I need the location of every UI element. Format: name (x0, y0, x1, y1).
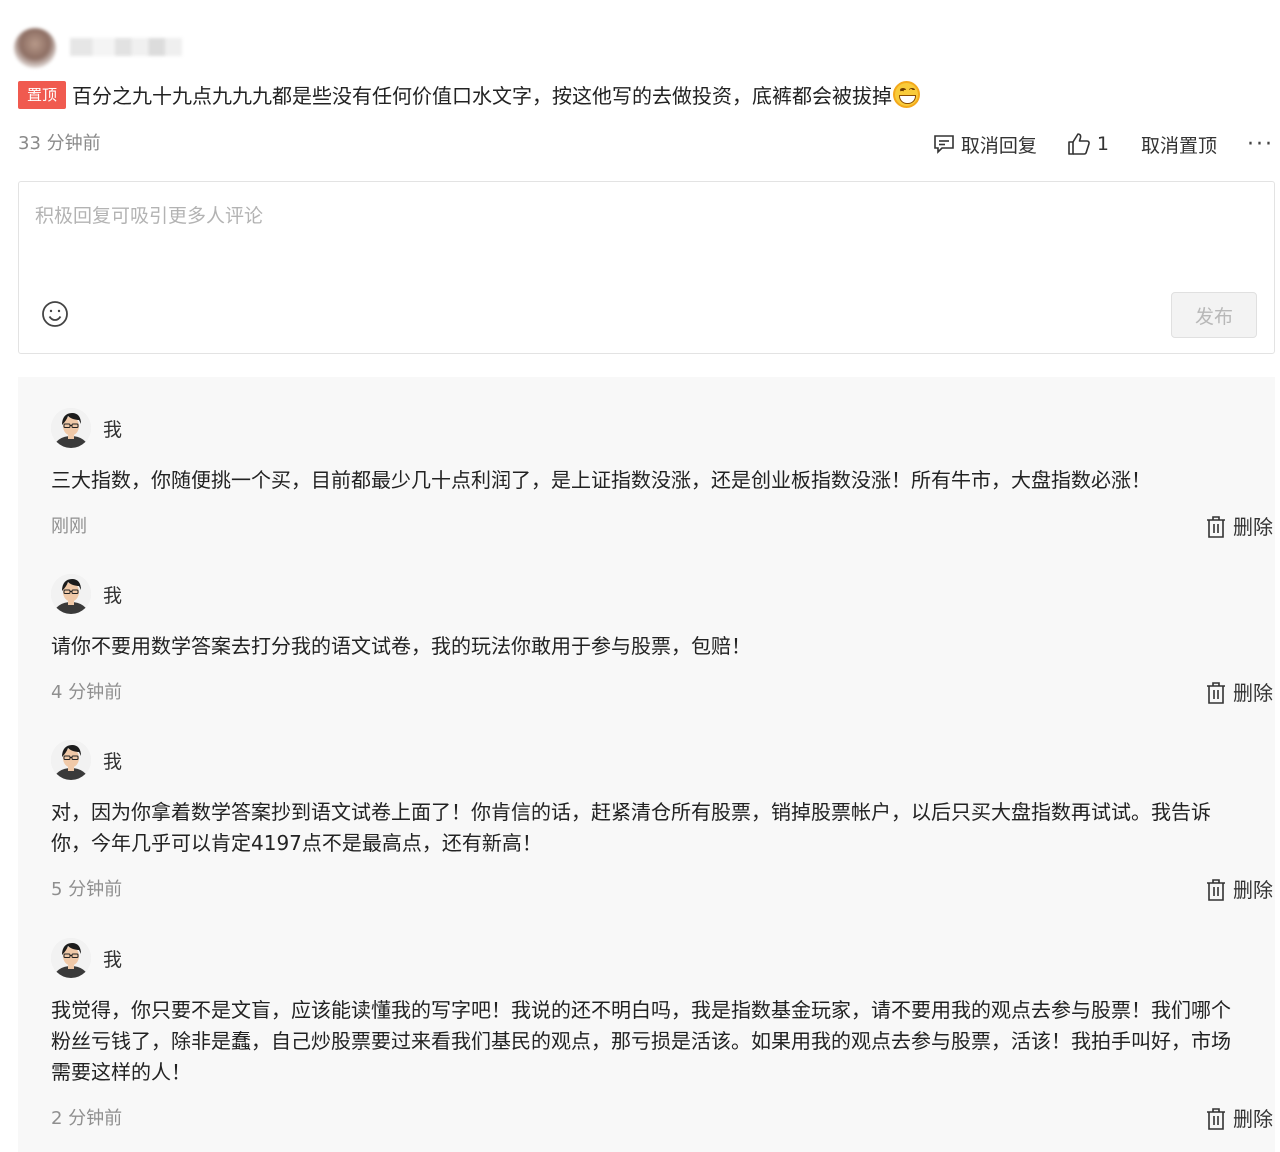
trash-icon (1207, 1108, 1225, 1130)
reply-text: 三大指数，你随便挑一个买，目前都最少几十点利润了，是上证指数没涨，还是创业板指数… (51, 468, 1151, 492)
post-title-row: 置顶 百分之九十九点九九九都是些没有任何价值口水文字，按这他写的去做投资，底裤都… (18, 80, 921, 109)
post-meta-row: 33 分钟前 取消回复 1 取消置顶 ··· (18, 130, 1274, 158)
trash-icon (1207, 879, 1225, 901)
author-avatar[interactable] (14, 28, 56, 68)
avatar[interactable] (51, 740, 91, 780)
publish-button[interactable]: 发布 (1171, 292, 1257, 338)
reply-author-name[interactable]: 我 (103, 415, 122, 442)
delete-label: 删除 (1233, 1107, 1273, 1131)
reply-user: 我 (51, 573, 1241, 615)
reply-item: 我 我觉得，你只要不是文盲，应该能读懂我的写字吧！我说的还不明白吗，我是指数基金… (51, 937, 1273, 1134)
reply-footer: 5 分钟前 删除 (51, 875, 1273, 905)
reply-time: 5 分钟前 (51, 879, 123, 900)
smiley-icon[interactable] (41, 300, 69, 328)
like-count: 1 (1096, 133, 1109, 155)
reply-author-name[interactable]: 我 (103, 581, 122, 608)
cancel-reply-label: 取消回复 (960, 134, 1037, 157)
more-options-icon[interactable]: ··· (1247, 132, 1274, 157)
reply-box: 发布 (18, 181, 1275, 354)
delete-button[interactable]: 删除 (1205, 875, 1273, 905)
like-button[interactable]: 1 (1067, 132, 1109, 156)
delete-button[interactable]: 删除 (1205, 678, 1273, 708)
reply-footer: 刚刚 删除 (51, 512, 1273, 542)
reply-footer: 4 分钟前 删除 (51, 678, 1273, 708)
post-title: 百分之九十九点九九九都是些没有任何价值口水文字，按这他写的去做投资，底裤都会被拔… (72, 84, 893, 108)
grinning-face-emoji-icon (893, 81, 921, 108)
reply-author-name[interactable]: 我 (103, 747, 122, 774)
unpin-button[interactable]: 取消置顶 (1141, 131, 1217, 158)
trash-icon (1207, 516, 1225, 538)
reply-item: 我 对，因为你拿着数学答案抄到语文试卷上面了！你肯信的话，赶紧清仓所有股票，销掉… (51, 739, 1273, 905)
reply-text: 我觉得，你只要不是文盲，应该能读懂我的写字吧！我说的还不明白吗，我是指数基金玩家… (51, 998, 1231, 1084)
reply-item: 我 三大指数，你随便挑一个买，目前都最少几十点利润了，是上证指数没涨，还是创业板… (51, 407, 1273, 542)
reply-time: 2 分钟前 (51, 1108, 123, 1129)
cancel-reply-button[interactable]: 取消回复 (933, 131, 1037, 158)
reply-user: 我 (51, 407, 1241, 449)
delete-label: 删除 (1233, 878, 1273, 902)
avatar[interactable] (51, 938, 91, 978)
author-name-blurred[interactable] (70, 38, 182, 56)
delete-label: 删除 (1233, 681, 1273, 705)
pinned-badge: 置顶 (18, 80, 67, 109)
reply-input[interactable] (35, 196, 1185, 236)
delete-button[interactable]: 删除 (1205, 512, 1273, 542)
comment-icon (934, 135, 954, 154)
reply-text: 请你不要用数学答案去打分我的语文试卷，我的玩法你敢用于参与股票，包赔！ (51, 634, 751, 658)
avatar[interactable] (51, 408, 91, 448)
post-actions: 取消回复 1 取消置顶 ··· (933, 130, 1274, 158)
replies-list: 我 三大指数，你随便挑一个买，目前都最少几十点利润了，是上证指数没涨，还是创业板… (18, 377, 1275, 1152)
reply-time: 刚刚 (51, 516, 87, 537)
reply-author-name[interactable]: 我 (103, 945, 122, 972)
reply-user: 我 (51, 739, 1241, 781)
post-author[interactable] (14, 24, 184, 68)
unpin-label: 取消置顶 (1141, 134, 1218, 157)
thumbs-up-icon (1068, 133, 1090, 155)
post-time: 33 分钟前 (18, 133, 101, 154)
reply-text: 对，因为你拿着数学答案抄到语文试卷上面了！你肯信的话，赶紧清仓所有股票，销掉股票… (51, 800, 1211, 855)
trash-icon (1207, 682, 1225, 704)
reply-user: 我 (51, 937, 1241, 979)
reply-time: 4 分钟前 (51, 682, 123, 703)
reply-item: 我 请你不要用数学答案去打分我的语文试卷，我的玩法你敢用于参与股票，包赔！ 4 … (51, 573, 1273, 708)
delete-label: 删除 (1233, 515, 1273, 539)
delete-button[interactable]: 删除 (1205, 1104, 1273, 1134)
avatar[interactable] (51, 574, 91, 614)
reply-footer: 2 分钟前 删除 (51, 1104, 1273, 1134)
